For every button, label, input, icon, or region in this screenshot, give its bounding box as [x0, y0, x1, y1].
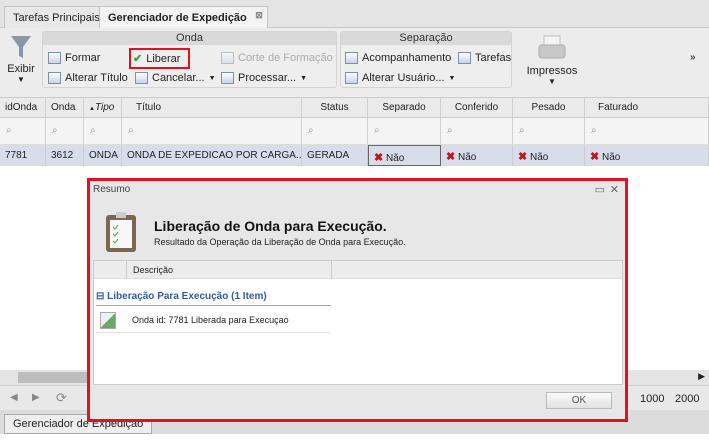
list-item[interactable]: Onda id: 7781 Liberada para Execuçao	[96, 309, 331, 333]
tab-gerenciador-expedicao[interactable]: Gerenciador de Expedição ⊠	[99, 6, 268, 28]
ok-button[interactable]: OK	[546, 392, 612, 409]
edit-icon	[48, 72, 61, 84]
cell-faturado: ✖ Não	[585, 145, 709, 166]
filter-status[interactable]: ⌕	[302, 118, 368, 144]
x-icon: ✖	[590, 151, 600, 163]
tab-bar: Tarefas Principais Gerenciador de Expedi…	[0, 0, 709, 28]
list-icon	[221, 72, 234, 84]
exibir-label: Exibir	[7, 63, 35, 75]
col-status[interactable]: Status	[302, 98, 368, 117]
refresh-icon[interactable]: ⟳	[56, 390, 67, 406]
filter-idonda[interactable]: ⌕	[0, 118, 46, 144]
acompanhamento-button[interactable]: Acompanhamento	[345, 52, 451, 64]
x-icon: ✖	[374, 152, 384, 164]
processar-button[interactable]: Processar... ▼	[221, 72, 307, 84]
filter-separado[interactable]: ⌕	[368, 118, 441, 144]
tarefas-button[interactable]: Tarefas	[458, 52, 511, 64]
dialog-heading: Liberação de Onda para Execução.	[154, 218, 387, 234]
x-icon: ✖	[446, 151, 456, 163]
filter-pesado[interactable]: ⌕	[513, 118, 585, 144]
page-size-2000[interactable]: 2000	[675, 393, 699, 405]
chevron-down-icon: ▼	[17, 75, 25, 84]
result-grid-header: Descrição	[94, 261, 622, 279]
list-icon	[221, 52, 234, 64]
formar-button[interactable]: Formar	[48, 52, 100, 64]
dialog-title: Resumo	[93, 184, 131, 195]
scroll-right-icon[interactable]: ▶	[698, 371, 705, 382]
cell-tipo: ONDA	[84, 145, 122, 166]
col-faturado[interactable]: Faturado	[585, 98, 709, 117]
form-icon	[48, 52, 61, 64]
group-row[interactable]: ⊟ Liberação Para Execução (1 Item)	[96, 291, 331, 306]
item-text: Onda id: 7781 Liberada para Execuçao	[132, 315, 289, 325]
cell-status: GERADA	[302, 145, 368, 166]
col-separado[interactable]: Separado	[368, 98, 441, 117]
impressos-button[interactable]: Impressos ▼	[522, 34, 582, 86]
chevron-down-icon: ▼	[548, 77, 556, 86]
liberar-button[interactable]: ✔ Liberar	[129, 48, 191, 69]
col-pesado[interactable]: Pesado	[513, 98, 585, 117]
grid-header: idOnda Onda ▲Tipo Título Status Separado…	[0, 98, 709, 118]
list-icon	[135, 72, 148, 84]
corte-formacao-button[interactable]: Corte de Formação	[221, 52, 333, 64]
separacao-group: Separação Acompanhamento Tarefas Alterar…	[340, 31, 512, 88]
onda-group-title: Onda	[43, 32, 336, 45]
prev-page-icon[interactable]: ◀	[10, 392, 18, 403]
page-size-1000[interactable]: 1000	[640, 393, 664, 405]
col-idonda[interactable]: idOnda	[0, 98, 46, 117]
x-icon: ✖	[518, 151, 528, 163]
impressos-label: Impressos	[526, 65, 578, 77]
cell-titulo: ONDA DE EXPEDICAO POR CARGA...	[122, 145, 302, 166]
toolbar: Exibir ▼ Onda Formar ✔ Liberar Corte de F…	[0, 28, 709, 98]
separacao-group-title: Separação	[341, 32, 511, 45]
filter-conferido[interactable]: ⌕	[441, 118, 513, 144]
cell-conferido: ✖ Não	[441, 145, 513, 166]
col-tipo[interactable]: ▲Tipo	[84, 98, 122, 117]
alterar-titulo-button[interactable]: Alterar Título	[48, 72, 128, 84]
collapse-icon[interactable]: ⊟	[96, 291, 104, 302]
tab-label: Gerenciador de Expedição	[108, 12, 247, 24]
cancelar-button[interactable]: Cancelar... ▼	[135, 72, 216, 84]
more-button[interactable]: »	[690, 52, 696, 63]
col-titulo[interactable]: Título	[122, 98, 302, 117]
result-grid: Descrição ⊟ Liberação Para Execução (1 I…	[93, 260, 623, 385]
col-conferido[interactable]: Conferido	[441, 98, 513, 117]
list-icon	[345, 52, 358, 64]
next-page-icon[interactable]: ▶	[32, 392, 40, 403]
scroll-thumb[interactable]	[18, 372, 88, 383]
filter-row: ⌕ ⌕ ⌕ ⌕ ⌕ ⌕ ⌕ ⌕ ⌕	[0, 118, 709, 145]
dialog-subheading: Resultado da Operação da Liberação de On…	[154, 237, 406, 247]
cell-separado[interactable]: ✖ Não	[368, 145, 441, 166]
close-icon[interactable]: ✕	[610, 183, 619, 196]
col-descricao[interactable]: Descrição	[126, 261, 332, 279]
exibir-button[interactable]: Exibir ▼	[6, 34, 36, 84]
clipboard-icon	[106, 212, 136, 252]
filter-tipo[interactable]: ⌕	[84, 118, 122, 144]
filter-faturado[interactable]: ⌕	[585, 118, 709, 144]
cell-pesado: ✖ Não	[513, 145, 585, 166]
list-icon	[345, 72, 358, 84]
filter-onda[interactable]: ⌕	[46, 118, 84, 144]
maximize-icon[interactable]: ▭	[595, 183, 605, 196]
check-icon: ✔	[133, 53, 143, 65]
onda-group: Onda Formar ✔ Liberar Corte de Formação A…	[42, 31, 337, 88]
funnel-icon	[11, 36, 31, 58]
filter-titulo[interactable]: ⌕	[122, 118, 302, 144]
cell-idonda: 7781	[0, 145, 46, 166]
image-icon	[100, 312, 116, 329]
printer-icon	[538, 35, 566, 59]
col-onda[interactable]: Onda	[46, 98, 84, 117]
tab-tarefas-principais[interactable]: Tarefas Principais	[4, 6, 109, 28]
list-icon	[458, 52, 471, 64]
resumo-dialog: Resumo ▭ ✕ Liberação de Onda para Execuç…	[87, 178, 628, 422]
cell-onda: 3612	[46, 145, 84, 166]
alterar-usuario-button[interactable]: Alterar Usuário... ▼	[345, 72, 455, 84]
table-row[interactable]: 7781 3612 ONDA ONDA DE EXPEDICAO POR CAR…	[0, 145, 709, 166]
close-icon[interactable]: ⊠	[255, 10, 263, 21]
